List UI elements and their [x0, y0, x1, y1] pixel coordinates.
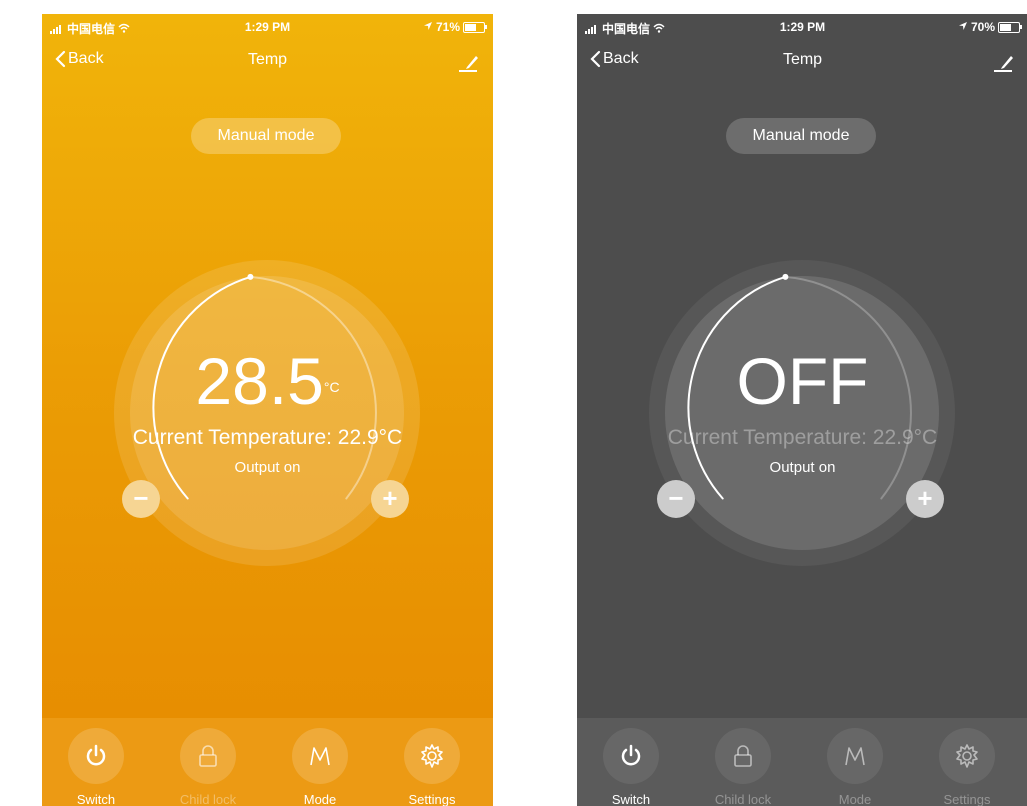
- tab-bar: Switch Child lock Mode Settings: [42, 718, 493, 806]
- decrease-button[interactable]: −: [657, 480, 695, 518]
- nav-bar: Back Temp: [577, 50, 1027, 74]
- tab-switch[interactable]: Switch: [583, 728, 679, 806]
- increase-button[interactable]: +: [906, 480, 944, 518]
- lock-icon: [199, 745, 217, 767]
- thermostat-screen-off: 中国电信 1:29 PM 70% Back Temp Manual mode O…: [577, 14, 1027, 806]
- tab-label: Child lock: [714, 792, 772, 806]
- edit-icon: [994, 56, 1013, 72]
- dial-handle[interactable]: [782, 273, 789, 280]
- location-icon: [423, 20, 433, 34]
- tab-label: Settings: [943, 792, 991, 806]
- tab-settings[interactable]: Settings: [384, 728, 480, 806]
- mode-m-icon: [310, 747, 330, 766]
- output-status: Output on: [234, 459, 301, 476]
- power-state-display: OFF: [736, 344, 869, 418]
- tab-child-lock[interactable]: Child lock: [160, 728, 256, 806]
- tab-label: Child lock: [179, 792, 237, 806]
- status-bar: 中国电信 1:29 PM 70%: [577, 14, 1027, 40]
- output-status: Output on: [769, 459, 836, 476]
- edit-icon: [459, 56, 478, 72]
- tab-switch[interactable]: Switch: [48, 728, 144, 806]
- battery-icon: [463, 21, 487, 33]
- decrease-button[interactable]: −: [122, 480, 160, 518]
- gear-icon: [421, 744, 443, 768]
- setpoint-unit: °C: [323, 379, 340, 395]
- tab-mode[interactable]: Mode: [807, 728, 903, 806]
- lock-icon: [734, 745, 752, 767]
- increase-button[interactable]: +: [371, 480, 409, 518]
- nav-bar: Back Temp: [42, 50, 493, 74]
- dial-handle[interactable]: [247, 273, 254, 280]
- power-icon: [86, 744, 106, 766]
- tab-label: Mode: [303, 792, 337, 806]
- gear-icon: [956, 744, 978, 768]
- power-icon: [621, 744, 641, 766]
- battery-icon: [998, 21, 1022, 33]
- tab-label: Settings: [408, 792, 456, 806]
- tab-mode[interactable]: Mode: [272, 728, 368, 806]
- edit-button[interactable]: [457, 50, 481, 74]
- mode-m-icon: [845, 747, 865, 766]
- edit-button[interactable]: [992, 50, 1016, 74]
- tab-settings[interactable]: Settings: [919, 728, 1015, 806]
- tab-child-lock[interactable]: Child lock: [695, 728, 791, 806]
- mode-pill[interactable]: Manual mode: [726, 118, 876, 154]
- page-title: Temp: [247, 51, 288, 68]
- page-title: Temp: [782, 51, 823, 68]
- setpoint-display: 28.5°C: [42, 348, 493, 414]
- current-temperature: Current Temperature: 22.9°C: [132, 426, 403, 449]
- current-temperature: Current Temperature: 22.9°C: [667, 426, 938, 449]
- tab-label: Switch: [76, 792, 116, 806]
- battery-percent: 71%: [435, 20, 460, 34]
- thermostat-screen-on: 中国电信 1:29 PM 71% Back Temp Manual mode 2…: [42, 14, 493, 806]
- tab-label: Switch: [611, 792, 651, 806]
- location-icon: [958, 20, 968, 34]
- tab-bar: Switch Child lock Mode Settings: [577, 718, 1027, 806]
- mode-pill[interactable]: Manual mode: [191, 118, 341, 154]
- status-bar: 中国电信 1:29 PM 71%: [42, 14, 493, 40]
- battery-percent: 70%: [970, 20, 995, 34]
- setpoint-value: 28.5: [195, 344, 324, 418]
- tab-label: Mode: [838, 792, 872, 806]
